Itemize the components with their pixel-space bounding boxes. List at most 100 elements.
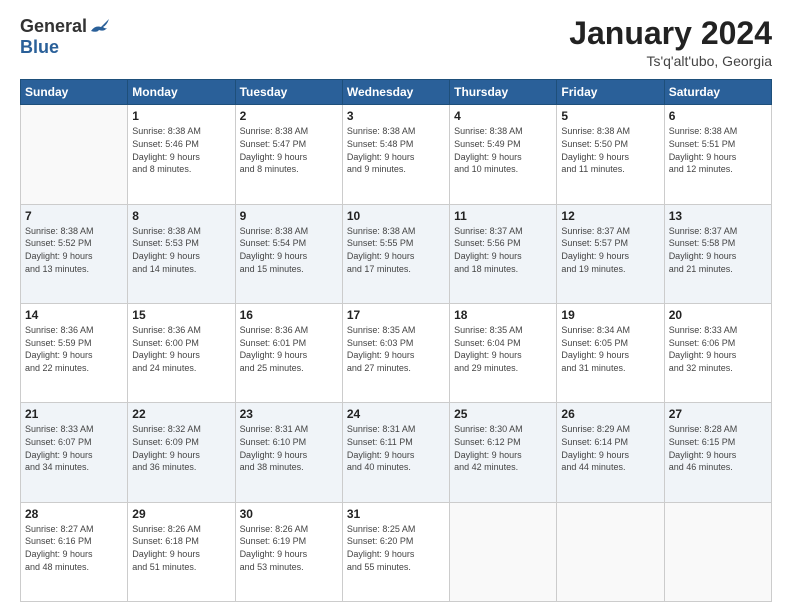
day-number: 2	[240, 108, 338, 124]
calendar-cell: 13Sunrise: 8:37 AMSunset: 5:58 PMDayligh…	[664, 204, 771, 303]
calendar-cell: 17Sunrise: 8:35 AMSunset: 6:03 PMDayligh…	[342, 303, 449, 402]
day-info: Sunrise: 8:34 AMSunset: 6:05 PMDaylight:…	[561, 324, 659, 374]
day-number: 27	[669, 406, 767, 422]
day-info: Sunrise: 8:38 AMSunset: 5:47 PMDaylight:…	[240, 125, 338, 175]
day-info: Sunrise: 8:31 AMSunset: 6:11 PMDaylight:…	[347, 423, 445, 473]
day-info: Sunrise: 8:36 AMSunset: 6:00 PMDaylight:…	[132, 324, 230, 374]
day-number: 12	[561, 208, 659, 224]
calendar-cell: 19Sunrise: 8:34 AMSunset: 6:05 PMDayligh…	[557, 303, 664, 402]
day-number: 21	[25, 406, 123, 422]
calendar-cell: 23Sunrise: 8:31 AMSunset: 6:10 PMDayligh…	[235, 403, 342, 502]
day-info: Sunrise: 8:28 AMSunset: 6:15 PMDaylight:…	[669, 423, 767, 473]
weekday-header-saturday: Saturday	[664, 80, 771, 105]
calendar-cell: 14Sunrise: 8:36 AMSunset: 5:59 PMDayligh…	[21, 303, 128, 402]
day-number: 25	[454, 406, 552, 422]
calendar-cell: 26Sunrise: 8:29 AMSunset: 6:14 PMDayligh…	[557, 403, 664, 502]
week-row-1: 1Sunrise: 8:38 AMSunset: 5:46 PMDaylight…	[21, 105, 772, 204]
calendar-cell: 31Sunrise: 8:25 AMSunset: 6:20 PMDayligh…	[342, 502, 449, 601]
day-info: Sunrise: 8:38 AMSunset: 5:48 PMDaylight:…	[347, 125, 445, 175]
calendar-cell: 24Sunrise: 8:31 AMSunset: 6:11 PMDayligh…	[342, 403, 449, 502]
calendar-cell	[450, 502, 557, 601]
day-number: 9	[240, 208, 338, 224]
weekday-header-friday: Friday	[557, 80, 664, 105]
logo-bird-icon	[89, 17, 111, 37]
day-info: Sunrise: 8:29 AMSunset: 6:14 PMDaylight:…	[561, 423, 659, 473]
calendar-cell: 16Sunrise: 8:36 AMSunset: 6:01 PMDayligh…	[235, 303, 342, 402]
calendar-cell: 15Sunrise: 8:36 AMSunset: 6:00 PMDayligh…	[128, 303, 235, 402]
calendar-cell: 7Sunrise: 8:38 AMSunset: 5:52 PMDaylight…	[21, 204, 128, 303]
weekday-header-sunday: Sunday	[21, 80, 128, 105]
day-info: Sunrise: 8:26 AMSunset: 6:18 PMDaylight:…	[132, 523, 230, 573]
calendar-cell: 30Sunrise: 8:26 AMSunset: 6:19 PMDayligh…	[235, 502, 342, 601]
day-info: Sunrise: 8:33 AMSunset: 6:07 PMDaylight:…	[25, 423, 123, 473]
day-number: 19	[561, 307, 659, 323]
weekday-header-monday: Monday	[128, 80, 235, 105]
day-info: Sunrise: 8:37 AMSunset: 5:57 PMDaylight:…	[561, 225, 659, 275]
day-info: Sunrise: 8:36 AMSunset: 5:59 PMDaylight:…	[25, 324, 123, 374]
calendar-cell: 18Sunrise: 8:35 AMSunset: 6:04 PMDayligh…	[450, 303, 557, 402]
day-info: Sunrise: 8:38 AMSunset: 5:53 PMDaylight:…	[132, 225, 230, 275]
day-info: Sunrise: 8:38 AMSunset: 5:49 PMDaylight:…	[454, 125, 552, 175]
calendar-cell: 28Sunrise: 8:27 AMSunset: 6:16 PMDayligh…	[21, 502, 128, 601]
calendar-cell: 1Sunrise: 8:38 AMSunset: 5:46 PMDaylight…	[128, 105, 235, 204]
day-number: 6	[669, 108, 767, 124]
day-number: 23	[240, 406, 338, 422]
week-row-3: 14Sunrise: 8:36 AMSunset: 5:59 PMDayligh…	[21, 303, 772, 402]
day-number: 16	[240, 307, 338, 323]
day-number: 24	[347, 406, 445, 422]
day-number: 20	[669, 307, 767, 323]
calendar-cell: 21Sunrise: 8:33 AMSunset: 6:07 PMDayligh…	[21, 403, 128, 502]
day-number: 31	[347, 506, 445, 522]
day-info: Sunrise: 8:35 AMSunset: 6:04 PMDaylight:…	[454, 324, 552, 374]
week-row-4: 21Sunrise: 8:33 AMSunset: 6:07 PMDayligh…	[21, 403, 772, 502]
day-info: Sunrise: 8:37 AMSunset: 5:56 PMDaylight:…	[454, 225, 552, 275]
weekday-header-wednesday: Wednesday	[342, 80, 449, 105]
day-number: 26	[561, 406, 659, 422]
day-info: Sunrise: 8:30 AMSunset: 6:12 PMDaylight:…	[454, 423, 552, 473]
calendar-cell: 10Sunrise: 8:38 AMSunset: 5:55 PMDayligh…	[342, 204, 449, 303]
day-info: Sunrise: 8:38 AMSunset: 5:55 PMDaylight:…	[347, 225, 445, 275]
day-number: 22	[132, 406, 230, 422]
calendar-cell: 20Sunrise: 8:33 AMSunset: 6:06 PMDayligh…	[664, 303, 771, 402]
title-section: January 2024 Ts'q'alt'ubo, Georgia	[569, 16, 772, 69]
weekday-header-thursday: Thursday	[450, 80, 557, 105]
day-info: Sunrise: 8:32 AMSunset: 6:09 PMDaylight:…	[132, 423, 230, 473]
calendar-cell: 6Sunrise: 8:38 AMSunset: 5:51 PMDaylight…	[664, 105, 771, 204]
day-number: 30	[240, 506, 338, 522]
day-number: 29	[132, 506, 230, 522]
day-info: Sunrise: 8:38 AMSunset: 5:46 PMDaylight:…	[132, 125, 230, 175]
day-number: 11	[454, 208, 552, 224]
page: General Blue January 2024 Ts'q'alt'ubo, …	[0, 0, 792, 612]
day-number: 28	[25, 506, 123, 522]
day-info: Sunrise: 8:38 AMSunset: 5:50 PMDaylight:…	[561, 125, 659, 175]
day-info: Sunrise: 8:27 AMSunset: 6:16 PMDaylight:…	[25, 523, 123, 573]
calendar-cell	[21, 105, 128, 204]
calendar-cell: 3Sunrise: 8:38 AMSunset: 5:48 PMDaylight…	[342, 105, 449, 204]
day-number: 5	[561, 108, 659, 124]
calendar-cell: 27Sunrise: 8:28 AMSunset: 6:15 PMDayligh…	[664, 403, 771, 502]
day-number: 8	[132, 208, 230, 224]
day-number: 15	[132, 307, 230, 323]
day-number: 13	[669, 208, 767, 224]
header: General Blue January 2024 Ts'q'alt'ubo, …	[20, 16, 772, 69]
day-info: Sunrise: 8:33 AMSunset: 6:06 PMDaylight:…	[669, 324, 767, 374]
calendar-cell: 25Sunrise: 8:30 AMSunset: 6:12 PMDayligh…	[450, 403, 557, 502]
calendar-cell: 29Sunrise: 8:26 AMSunset: 6:18 PMDayligh…	[128, 502, 235, 601]
logo-general-text: General	[20, 16, 87, 37]
day-number: 1	[132, 108, 230, 124]
logo: General Blue	[20, 16, 111, 58]
day-info: Sunrise: 8:38 AMSunset: 5:54 PMDaylight:…	[240, 225, 338, 275]
logo-blue-text: Blue	[20, 37, 59, 58]
week-row-5: 28Sunrise: 8:27 AMSunset: 6:16 PMDayligh…	[21, 502, 772, 601]
day-info: Sunrise: 8:25 AMSunset: 6:20 PMDaylight:…	[347, 523, 445, 573]
day-info: Sunrise: 8:36 AMSunset: 6:01 PMDaylight:…	[240, 324, 338, 374]
day-info: Sunrise: 8:26 AMSunset: 6:19 PMDaylight:…	[240, 523, 338, 573]
day-number: 14	[25, 307, 123, 323]
day-number: 18	[454, 307, 552, 323]
day-info: Sunrise: 8:38 AMSunset: 5:51 PMDaylight:…	[669, 125, 767, 175]
calendar-cell	[557, 502, 664, 601]
day-info: Sunrise: 8:31 AMSunset: 6:10 PMDaylight:…	[240, 423, 338, 473]
day-number: 10	[347, 208, 445, 224]
calendar-cell: 2Sunrise: 8:38 AMSunset: 5:47 PMDaylight…	[235, 105, 342, 204]
weekday-header-tuesday: Tuesday	[235, 80, 342, 105]
